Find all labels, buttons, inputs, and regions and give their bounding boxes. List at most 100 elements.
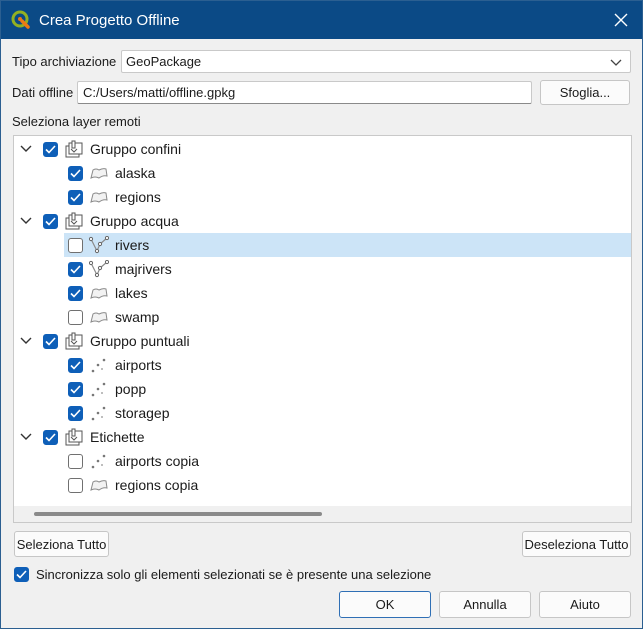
layer-label: Etichette bbox=[90, 429, 145, 445]
checkmark-icon bbox=[70, 193, 81, 202]
deselect-all-button[interactable]: Deseleziona Tutto bbox=[522, 531, 631, 557]
layer-group-icon bbox=[64, 140, 84, 158]
scrollbar-thumb[interactable] bbox=[34, 512, 322, 516]
tree-layer-row[interactable]: lakes bbox=[14, 281, 631, 305]
layer-label: lakes bbox=[115, 285, 148, 301]
tree-layer-row[interactable]: airports bbox=[14, 353, 631, 377]
layer-checkbox[interactable] bbox=[68, 382, 83, 397]
remote-layers-label: Seleziona layer remoti bbox=[12, 114, 141, 129]
layer-checkbox[interactable] bbox=[68, 454, 83, 469]
sync-selected-checkbox[interactable] bbox=[14, 567, 29, 582]
polygon-layer-icon bbox=[89, 308, 109, 326]
checkmark-icon bbox=[45, 145, 56, 154]
layer-label: Gruppo puntuali bbox=[90, 333, 190, 349]
cancel-button[interactable]: Annulla bbox=[439, 591, 531, 618]
layer-checkbox[interactable] bbox=[43, 334, 58, 349]
checkmark-icon bbox=[70, 385, 81, 394]
point-layer-icon bbox=[89, 380, 109, 398]
checkmark-icon bbox=[70, 169, 81, 178]
dialog-window: Crea Progetto Offline Tipo archiviazione… bbox=[0, 0, 643, 629]
offline-data-label: Dati offline bbox=[12, 85, 74, 100]
browse-button[interactable]: Sfoglia... bbox=[540, 80, 630, 105]
layer-label: storagep bbox=[115, 405, 170, 421]
layer-label: regions copia bbox=[115, 477, 199, 493]
storage-type-select[interactable]: GeoPackage bbox=[121, 50, 631, 73]
chevron-down-icon[interactable] bbox=[20, 143, 32, 155]
qgis-logo-icon bbox=[11, 10, 30, 29]
layer-checkbox[interactable] bbox=[43, 142, 58, 157]
layer-checkbox[interactable] bbox=[68, 358, 83, 373]
checkmark-icon bbox=[16, 570, 27, 579]
horizontal-scrollbar[interactable] bbox=[14, 506, 631, 522]
layer-label: alaska bbox=[115, 165, 156, 181]
select-all-button[interactable]: Seleziona Tutto bbox=[14, 531, 109, 557]
checkmark-icon bbox=[70, 289, 81, 298]
tree-layer-row[interactable]: regions copia bbox=[14, 473, 631, 497]
ok-button[interactable]: OK bbox=[339, 591, 431, 618]
line-layer-icon bbox=[88, 235, 110, 254]
close-icon bbox=[614, 13, 628, 27]
layer-checkbox[interactable] bbox=[68, 166, 83, 181]
sync-selected-option[interactable]: Sincronizza solo gli elementi selezionat… bbox=[14, 567, 431, 582]
tree-layer-row[interactable]: alaska bbox=[14, 161, 631, 185]
checkmark-icon bbox=[45, 217, 56, 226]
chevron-down-icon[interactable] bbox=[20, 215, 32, 227]
layer-label: airports bbox=[115, 357, 162, 373]
point-layer-icon bbox=[89, 356, 109, 374]
tree-group-row[interactable]: Etichette bbox=[14, 425, 631, 449]
tree-layer-row[interactable]: regions bbox=[14, 185, 631, 209]
polygon-layer-icon bbox=[89, 164, 109, 182]
help-button[interactable]: Aiuto bbox=[539, 591, 631, 618]
layer-checkbox[interactable] bbox=[68, 286, 83, 301]
layer-checkbox[interactable] bbox=[68, 310, 83, 325]
checkmark-icon bbox=[45, 337, 56, 346]
tree-group-row[interactable]: Gruppo puntuali bbox=[14, 329, 631, 353]
layer-label: Gruppo acqua bbox=[90, 213, 179, 229]
layer-label: majrivers bbox=[115, 261, 172, 277]
polygon-layer-icon bbox=[89, 188, 109, 206]
window-title: Crea Progetto Offline bbox=[39, 11, 180, 29]
line-layer-icon bbox=[88, 259, 110, 278]
layer-group-icon bbox=[64, 428, 84, 446]
checkmark-icon bbox=[70, 361, 81, 370]
layer-checkbox[interactable] bbox=[68, 262, 83, 277]
checkmark-icon bbox=[70, 265, 81, 274]
layer-label: Gruppo confini bbox=[90, 141, 182, 157]
chevron-down-icon bbox=[610, 59, 622, 66]
chevron-down-icon[interactable] bbox=[20, 431, 32, 443]
tree-layer-row[interactable]: popp bbox=[14, 377, 631, 401]
layer-tree[interactable]: Gruppo confini alaska regions Gruppo acqua r… bbox=[13, 135, 632, 523]
storage-type-value: GeoPackage bbox=[126, 54, 202, 69]
checkmark-icon bbox=[70, 409, 81, 418]
layer-checkbox[interactable] bbox=[43, 430, 58, 445]
tree-layer-row[interactable]: majrivers bbox=[14, 257, 631, 281]
checkmark-icon bbox=[45, 433, 56, 442]
tree-group-row[interactable]: Gruppo confini bbox=[14, 137, 631, 161]
layer-label: popp bbox=[115, 381, 147, 397]
chevron-down-icon[interactable] bbox=[20, 335, 32, 347]
close-button[interactable] bbox=[610, 9, 632, 31]
polygon-layer-icon bbox=[89, 284, 109, 302]
offline-data-path-value: C:/Users/matti/offline.gpkg bbox=[83, 85, 236, 100]
point-layer-icon bbox=[89, 404, 109, 422]
sync-selected-label: Sincronizza solo gli elementi selezionat… bbox=[36, 567, 432, 582]
layer-group-icon bbox=[64, 212, 84, 230]
layer-label: rivers bbox=[115, 237, 150, 253]
tree-group-row[interactable]: Gruppo acqua bbox=[14, 209, 631, 233]
tree-layer-row[interactable]: storagep bbox=[14, 401, 631, 425]
layer-checkbox[interactable] bbox=[68, 190, 83, 205]
tree-layer-row[interactable]: rivers bbox=[64, 233, 631, 257]
layer-label: swamp bbox=[115, 309, 160, 325]
layer-label: airports copia bbox=[115, 453, 200, 469]
polygon-layer-icon bbox=[89, 476, 109, 494]
layer-group-icon bbox=[64, 332, 84, 350]
tree-layer-row[interactable]: airports copia bbox=[14, 449, 631, 473]
layer-checkbox[interactable] bbox=[43, 214, 58, 229]
storage-type-label: Tipo archiviazione bbox=[12, 54, 117, 69]
title-bar: Crea Progetto Offline bbox=[1, 1, 642, 39]
layer-checkbox[interactable] bbox=[68, 238, 83, 253]
layer-checkbox[interactable] bbox=[68, 478, 83, 493]
tree-layer-row[interactable]: swamp bbox=[14, 305, 631, 329]
layer-checkbox[interactable] bbox=[68, 406, 83, 421]
offline-data-path-input[interactable]: C:/Users/matti/offline.gpkg bbox=[77, 81, 532, 104]
